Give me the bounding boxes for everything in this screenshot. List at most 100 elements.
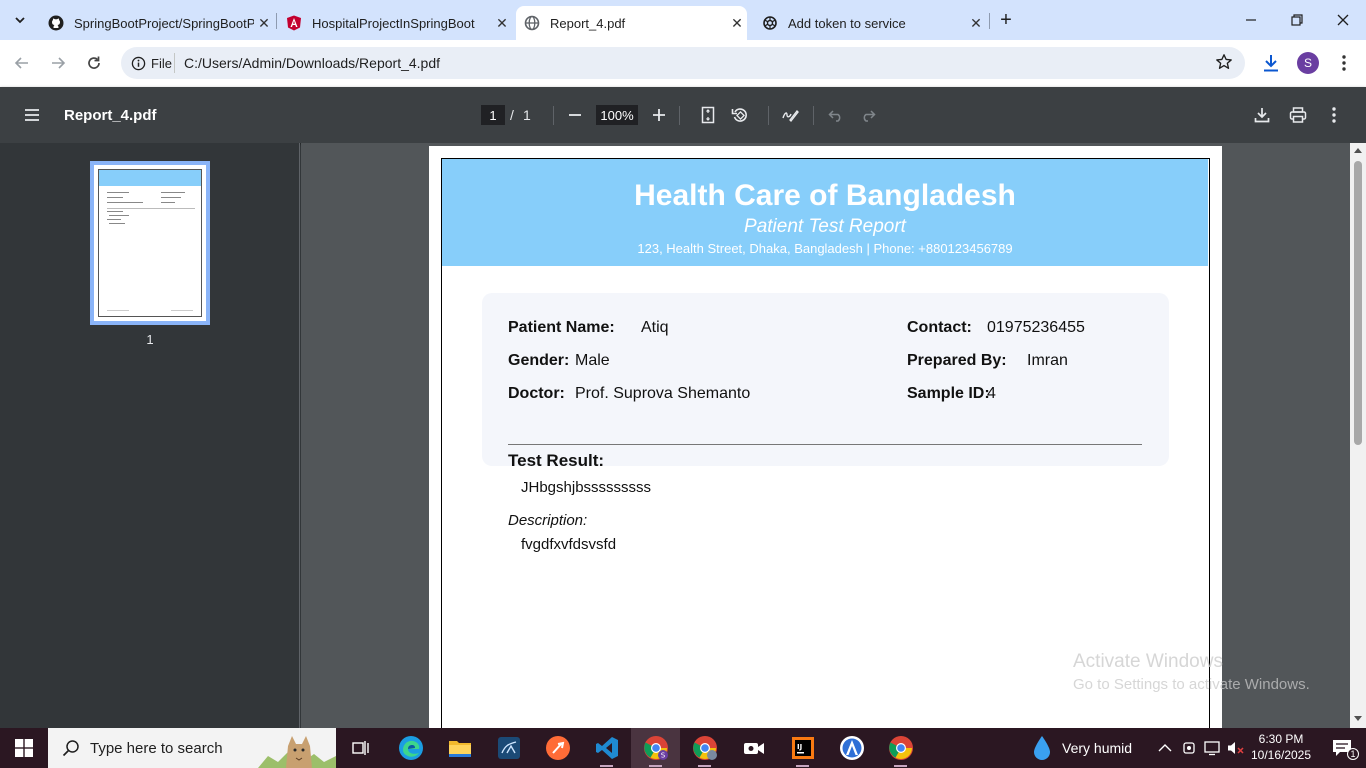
close-icon[interactable]: ✕ (492, 13, 512, 33)
redo-button[interactable] (854, 101, 882, 129)
thumbnail-line (171, 310, 193, 311)
taskbar-file-explorer[interactable] (435, 728, 484, 768)
address-bar[interactable]: File C:/Users/Admin/Downloads/Report_4.p… (121, 47, 1245, 79)
sidebar-toggle-button[interactable] (18, 101, 46, 129)
thumbnail-line (161, 197, 181, 198)
toolbar-divider (553, 106, 554, 125)
taskbar-chrome-profile-2[interactable] (680, 728, 729, 768)
forward-button[interactable] (44, 49, 72, 77)
taskbar-chrome-profile-s[interactable]: S (631, 728, 680, 768)
scroll-down-icon[interactable] (1354, 716, 1362, 722)
reload-button[interactable] (80, 49, 108, 77)
close-icon (1337, 14, 1349, 26)
close-icon[interactable]: ✕ (254, 13, 274, 33)
taskbar-chrome[interactable] (876, 728, 925, 768)
scroll-up-icon[interactable] (1354, 147, 1362, 153)
url-text[interactable]: C:/Users/Admin/Downloads/Report_4.pdf (184, 55, 440, 71)
print-button[interactable] (1284, 101, 1312, 129)
contact-label: Contact: (907, 319, 972, 336)
doctor-label: Doctor: (508, 385, 565, 402)
taskbar-postman[interactable] (533, 728, 582, 768)
taskbar-mysql-workbench[interactable] (484, 728, 533, 768)
arrow-right-icon (52, 57, 66, 69)
tab-hospital-project[interactable]: HospitalProjectInSpringBoot ✕ (278, 6, 512, 40)
toolbar-divider (679, 106, 680, 125)
zoom-input[interactable]: 100% (596, 105, 638, 125)
divider (508, 444, 1142, 445)
task-view-button[interactable] (336, 728, 385, 768)
taskbar-intellij[interactable]: IJ (778, 728, 827, 768)
start-button[interactable] (0, 728, 48, 768)
restore-button[interactable] (1274, 0, 1320, 40)
fit-page-icon (701, 106, 715, 124)
taskbar-search[interactable]: Type here to search (48, 728, 336, 768)
taskbar-edge[interactable] (386, 728, 435, 768)
restore-icon (1291, 14, 1303, 26)
svg-text:S: S (660, 752, 665, 760)
total-pages: 1 (523, 107, 531, 123)
window-close-button[interactable] (1320, 0, 1366, 40)
android-studio-icon (839, 736, 864, 760)
viewer-scrollbar[interactable] (1350, 143, 1366, 728)
undo-button[interactable] (822, 101, 850, 129)
notification-center-button[interactable]: 1 (1322, 728, 1362, 768)
svg-text:IJ: IJ (797, 743, 802, 751)
annotate-button[interactable] (776, 101, 804, 129)
bookmark-star-icon[interactable] (1215, 53, 1233, 76)
fit-to-page-button[interactable] (694, 101, 722, 129)
minimize-button[interactable] (1228, 0, 1274, 40)
more-vertical-icon (1332, 107, 1336, 123)
thumbnail-line (107, 211, 123, 212)
description-label: Description: (508, 512, 588, 529)
clock[interactable]: 6:30 PM 10/16/2025 (1247, 731, 1315, 763)
site-chip-label: File (151, 55, 172, 71)
thumbnail-page (94, 165, 206, 321)
zoom-out-button[interactable] (561, 101, 589, 129)
edge-icon (398, 736, 423, 760)
arrow-left-icon (14, 57, 28, 69)
downloads-button[interactable] (1257, 49, 1285, 77)
download-icon (1254, 108, 1270, 123)
profile-avatar[interactable]: S (1294, 49, 1322, 77)
page-number-input[interactable]: 1 (481, 105, 505, 125)
taskbar-android-studio[interactable] (827, 728, 876, 768)
weather-widget[interactable]: Very humid (1032, 728, 1132, 768)
chrome-menu-button[interactable] (1330, 49, 1358, 77)
patient-name-value: Atiq (641, 319, 669, 336)
postman-icon (545, 736, 570, 760)
tab-title: Add token to service (788, 15, 906, 31)
show-hidden-icons-button[interactable] (1156, 728, 1174, 768)
rotate-button[interactable] (726, 101, 754, 129)
report-header: Health Care of Bangladesh Patient Test R… (442, 159, 1208, 266)
prepared-by-value: Imran (1027, 352, 1068, 369)
scrollbar-thumb[interactable] (1354, 161, 1362, 445)
tab-report-pdf[interactable]: Report_4.pdf ✕ (516, 6, 747, 40)
volume-muted-icon[interactable] (1226, 728, 1246, 768)
meet-now-icon[interactable] (1180, 728, 1198, 768)
taskbar-vscode[interactable] (582, 728, 631, 768)
tab-github[interactable]: SpringBootProject/SpringBootP ✕ (40, 6, 274, 40)
reload-icon (88, 56, 100, 69)
pdf-download-button[interactable] (1248, 101, 1276, 129)
back-button[interactable] (8, 49, 36, 77)
zoom-in-button[interactable] (645, 101, 673, 129)
tab-search-button[interactable] (4, 0, 36, 40)
windows-logo-icon (15, 739, 33, 757)
thumbnail-line (107, 310, 129, 311)
tab-title: HospitalProjectInSpringBoot (312, 15, 475, 31)
network-icon[interactable] (1203, 728, 1223, 768)
github-icon (48, 15, 64, 31)
taskbar-video-editor[interactable] (729, 728, 778, 768)
tab-add-token[interactable]: Add token to service ✕ (754, 6, 986, 40)
toolbar-divider (768, 106, 769, 125)
page-thumbnail[interactable] (90, 161, 210, 325)
chevron-up-icon (1158, 744, 1172, 752)
close-icon[interactable]: ✕ (966, 13, 986, 33)
close-icon[interactable]: ✕ (727, 13, 747, 33)
tab-title: SpringBootProject/SpringBootP (74, 15, 254, 31)
pdf-more-button[interactable] (1320, 101, 1348, 129)
new-tab-button[interactable]: + (991, 0, 1021, 40)
report-border: Health Care of Bangladesh Patient Test R… (441, 158, 1210, 728)
clock-time: 6:30 PM (1258, 732, 1304, 746)
site-info-chip[interactable]: File (127, 51, 176, 75)
